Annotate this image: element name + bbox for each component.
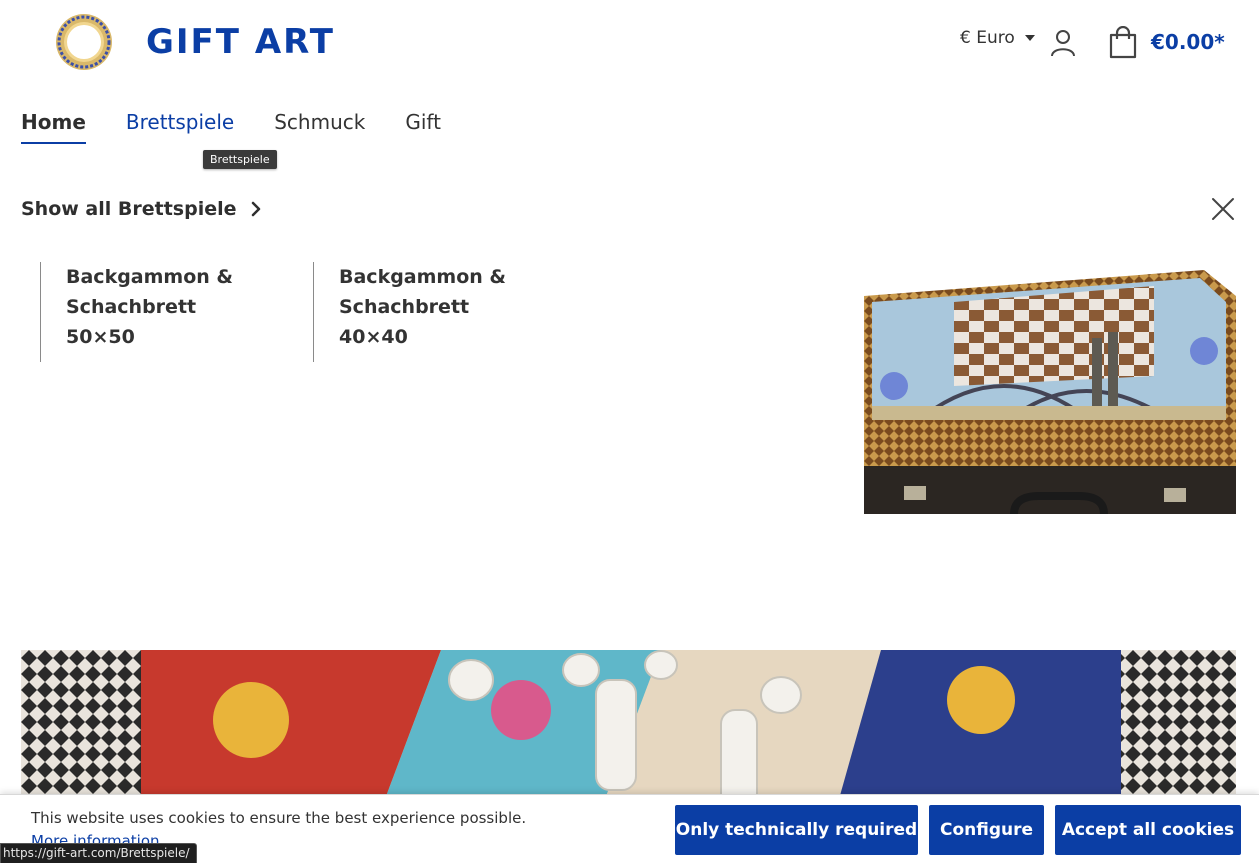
main-navigation: Home Brettspiele Schmuck Gift xyxy=(21,110,441,144)
nav-item-gift[interactable]: Gift xyxy=(405,110,441,144)
category-line: 50×50 xyxy=(66,326,135,348)
cookie-message: This website uses cookies to ensure the … xyxy=(31,809,527,827)
logo[interactable] xyxy=(54,12,114,72)
logo-emblem-icon xyxy=(56,14,112,70)
show-all-link[interactable]: Show all Brettspiele xyxy=(21,198,261,220)
configure-cookies-button[interactable]: Configure xyxy=(929,805,1044,855)
accept-all-cookies-button[interactable]: Accept all cookies xyxy=(1055,805,1241,855)
category-teaser-image[interactable] xyxy=(864,266,1236,536)
category-line: Backgammon & xyxy=(66,266,233,288)
only-technically-required-button[interactable]: Only technically required xyxy=(675,805,918,855)
nav-item-brettspiele[interactable]: Brettspiele xyxy=(126,110,234,144)
account-button[interactable] xyxy=(1048,28,1078,58)
category-line: Schachbrett xyxy=(66,296,197,318)
flyout-close-button[interactable] xyxy=(1209,195,1237,223)
close-icon xyxy=(1212,198,1234,220)
shopping-bag-icon xyxy=(1109,25,1137,59)
user-icon xyxy=(1051,30,1075,57)
category-line: Backgammon & xyxy=(339,266,506,288)
currency-label: € Euro xyxy=(960,28,1015,48)
category-link-50x50[interactable]: Backgammon & Schachbrett 50×50 xyxy=(40,262,280,362)
chevron-right-icon xyxy=(251,201,260,217)
nav-item-home[interactable]: Home xyxy=(21,110,86,144)
category-line: 40×40 xyxy=(339,326,408,348)
nav-item-schmuck[interactable]: Schmuck xyxy=(274,110,365,144)
backgammon-board-image xyxy=(864,270,1236,515)
category-line: Schachbrett xyxy=(339,296,470,318)
cart-total[interactable]: €0.00* xyxy=(1151,30,1225,54)
chevron-down-icon xyxy=(1024,35,1035,41)
status-bar-url: https://gift-art.com/Brettspiele/ xyxy=(0,843,197,863)
show-all-label: Show all Brettspiele xyxy=(21,198,237,220)
brand-name[interactable]: GIFT ART xyxy=(146,22,335,62)
nav-tooltip: Brettspiele xyxy=(203,150,277,169)
category-link-40x40[interactable]: Backgammon & Schachbrett 40×40 xyxy=(313,262,553,362)
cart-button[interactable] xyxy=(1107,25,1139,60)
currency-dropdown[interactable]: € Euro xyxy=(960,28,1035,48)
